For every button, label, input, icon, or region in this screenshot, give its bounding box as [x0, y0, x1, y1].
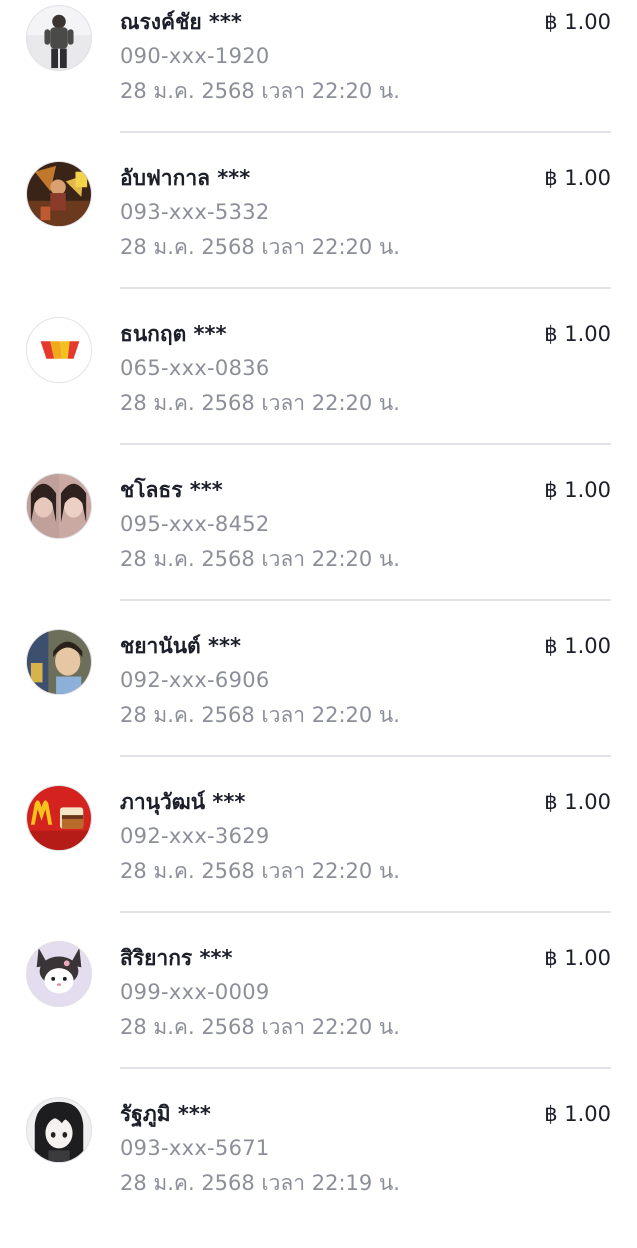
row-divider — [120, 599, 611, 601]
transaction-time: 28 ม.ค. 2568 เวลา 22:20 น. — [120, 703, 400, 727]
child-photo-icon — [27, 630, 91, 694]
recipient-name: ภานุวัฒน์ *** — [120, 790, 246, 814]
avatar — [26, 785, 92, 851]
recipient-phone: 099-xxx-0009 — [120, 980, 270, 1004]
transaction-row[interactable]: สิริยากร *** ฿ 1.00 099-xxx-0009 28 ม.ค.… — [0, 936, 637, 1092]
transaction-row[interactable]: อับฟากาล *** ฿ 1.00 093-xxx-5332 28 ม.ค.… — [0, 156, 637, 312]
fast-food-logo-icon — [27, 786, 91, 850]
recipient-name: ณรงค์ชัย *** — [120, 10, 242, 34]
row-divider — [120, 287, 611, 289]
anime-character-icon — [27, 1098, 91, 1162]
recipient-name: ชยานันต์ *** — [120, 634, 241, 658]
recipient-phone: 065-xxx-0836 — [120, 356, 270, 380]
recipient-phone: 093-xxx-5332 — [120, 200, 270, 224]
row-divider — [120, 1067, 611, 1069]
recipient-phone: 093-xxx-5671 — [120, 1136, 270, 1160]
transaction-row[interactable]: ชยานันต์ *** ฿ 1.00 092-xxx-6906 28 ม.ค.… — [0, 624, 637, 780]
transaction-amount: ฿ 1.00 — [544, 1102, 611, 1126]
row-divider — [120, 755, 611, 757]
transaction-amount: ฿ 1.00 — [544, 10, 611, 34]
avatar — [26, 5, 92, 71]
row-divider — [120, 131, 611, 133]
recipient-phone: 092-xxx-6906 — [120, 668, 270, 692]
two-faces-photo-icon — [27, 474, 91, 538]
transaction-amount: ฿ 1.00 — [544, 946, 611, 970]
transaction-time: 28 ม.ค. 2568 เวลา 22:20 น. — [120, 547, 400, 571]
transaction-time: 28 ม.ค. 2568 เวลา 22:20 น. — [120, 859, 400, 883]
transaction-time: 28 ม.ค. 2568 เวลา 22:20 น. — [120, 1015, 400, 1039]
transaction-row[interactable]: ภานุวัฒน์ *** ฿ 1.00 092-xxx-3629 28 ม.ค… — [0, 780, 637, 936]
brand-logo-icon — [27, 318, 91, 382]
recipient-name: อับฟากาล *** — [120, 166, 251, 190]
transaction-row[interactable]: ณรงค์ชัย *** ฿ 1.00 090-xxx-1920 28 ม.ค.… — [0, 0, 637, 156]
transaction-time: 28 ม.ค. 2568 เวลา 22:20 น. — [120, 79, 400, 103]
avatar — [26, 941, 92, 1007]
avatar — [26, 473, 92, 539]
avatar — [26, 629, 92, 695]
recipient-name: ธนกฤต *** — [120, 322, 227, 346]
transaction-amount: ฿ 1.00 — [544, 322, 611, 346]
transaction-time: 28 ม.ค. 2568 เวลา 22:20 น. — [120, 235, 400, 259]
transaction-time: 28 ม.ค. 2568 เวลา 22:20 น. — [120, 391, 400, 415]
row-divider — [120, 911, 611, 913]
recipient-name: รัฐภูมิ *** — [120, 1102, 211, 1126]
row-divider — [120, 443, 611, 445]
recipient-name: ชโลธร *** — [120, 478, 223, 502]
avatar — [26, 317, 92, 383]
game-character-icon — [27, 162, 91, 226]
avatar — [26, 161, 92, 227]
transaction-amount: ฿ 1.00 — [544, 634, 611, 658]
recipient-name: สิริยากร *** — [120, 946, 233, 970]
recipient-phone: 090-xxx-1920 — [120, 44, 270, 68]
transaction-amount: ฿ 1.00 — [544, 790, 611, 814]
recipient-phone: 092-xxx-3629 — [120, 824, 270, 848]
avatar — [26, 1097, 92, 1163]
transaction-time: 28 ม.ค. 2568 เวลา 22:19 น. — [120, 1171, 400, 1195]
person-photo-icon — [27, 6, 91, 70]
cartoon-character-icon — [27, 942, 91, 1006]
transaction-row[interactable]: ชโลธร *** ฿ 1.00 095-xxx-8452 28 ม.ค. 25… — [0, 468, 637, 624]
transaction-row[interactable]: รัฐภูมิ *** ฿ 1.00 093-xxx-5671 28 ม.ค. … — [0, 1092, 637, 1248]
recipient-phone: 095-xxx-8452 — [120, 512, 270, 536]
transaction-amount: ฿ 1.00 — [544, 478, 611, 502]
transaction-amount: ฿ 1.00 — [544, 166, 611, 190]
transaction-row[interactable]: ธนกฤต *** ฿ 1.00 065-xxx-0836 28 ม.ค. 25… — [0, 312, 637, 468]
